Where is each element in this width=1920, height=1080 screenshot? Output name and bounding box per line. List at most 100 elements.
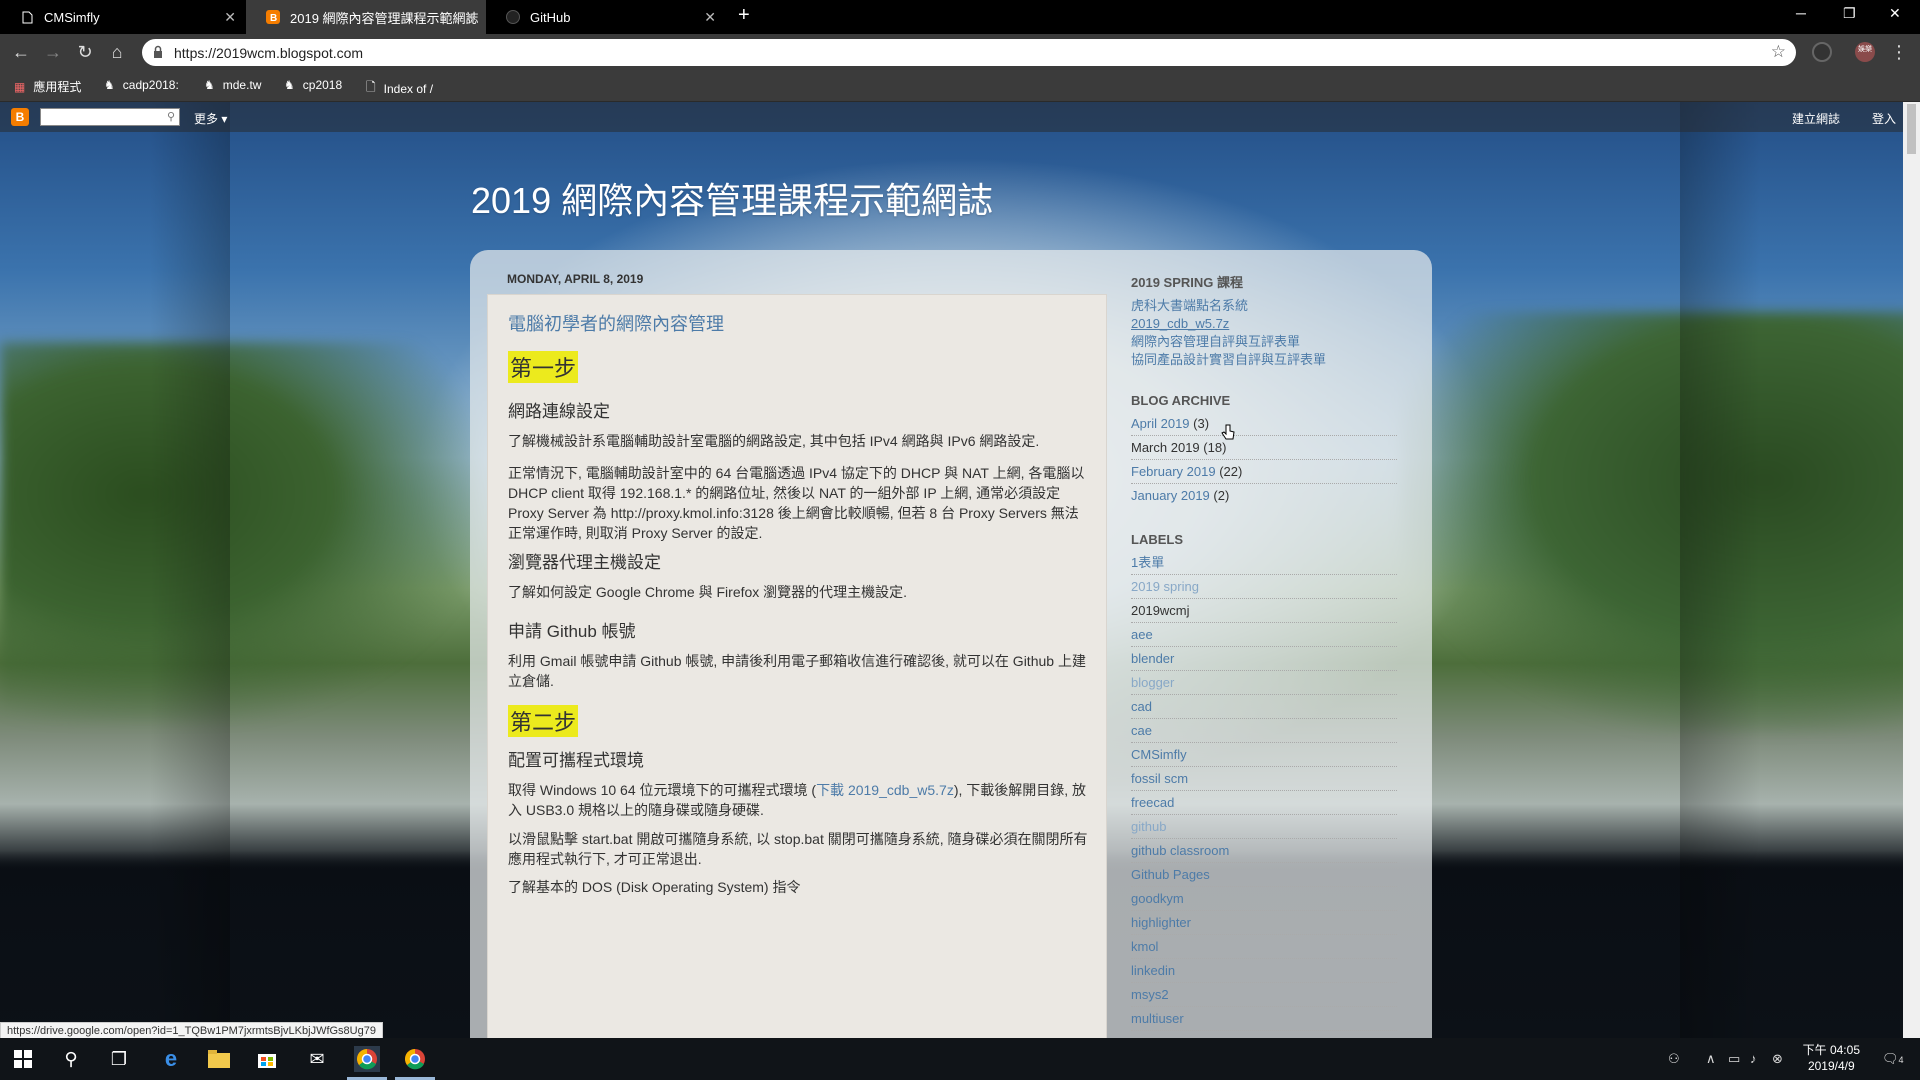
create-blog-link[interactable]: 建立網誌 — [1792, 110, 1840, 127]
tab-title: CMSimfly — [44, 9, 100, 25]
archive-list: April 2019 (3) March 2019 (18) February … — [1131, 412, 1397, 508]
label-item[interactable]: Github Pages — [1131, 863, 1397, 887]
chrome-icon[interactable] — [354, 1046, 380, 1072]
bookmark-cadp2018[interactable]: ♞ cadp2018: — [104, 78, 179, 92]
label-item[interactable]: blender — [1131, 647, 1397, 671]
profile-label: 娛樂 — [1858, 46, 1872, 53]
reload-icon[interactable]: ↻ — [74, 41, 96, 63]
mail-icon[interactable]: ✉ — [304, 1046, 330, 1072]
close-tab-icon[interactable]: ✕ — [464, 9, 476, 26]
extension-icon[interactable] — [1812, 42, 1832, 62]
bookmarks-bar: ▦ 應用程式 ♞ cadp2018: ♞ mde.tw ♞ cp2018 🗋 I… — [0, 70, 1920, 102]
windows-start-icon[interactable] — [10, 1046, 36, 1072]
bookmark-apps[interactable]: ▦ 應用程式 — [14, 78, 81, 95]
label-item[interactable]: github — [1131, 815, 1397, 839]
volume-icon[interactable]: ♪ — [1750, 1051, 1757, 1066]
menu-icon[interactable]: ⋮ — [1888, 41, 1910, 63]
chrome-app-icon[interactable] — [402, 1046, 428, 1072]
label-item[interactable]: cad — [1131, 695, 1397, 719]
label-item[interactable]: kmol — [1131, 935, 1397, 959]
back-icon[interactable]: ← — [10, 41, 32, 63]
archive-month[interactable]: January 2019 — [1131, 488, 1210, 503]
forward-icon[interactable]: → — [42, 41, 64, 63]
course-link[interactable]: 協同產品設計實習自評與互評表單 — [1131, 351, 1397, 369]
address-bar[interactable]: https://2019wcm.blogspot.com ☆ — [142, 39, 1796, 66]
network-icon[interactable]: ▭ — [1728, 1051, 1740, 1067]
label-item[interactable]: blogger — [1131, 671, 1397, 695]
minimize-icon[interactable]: ─ — [1796, 5, 1806, 21]
file-explorer-icon[interactable] — [206, 1046, 232, 1072]
people-icon[interactable]: ⚇ — [1668, 1051, 1680, 1067]
label-item[interactable]: 1表單 — [1131, 551, 1397, 575]
task-view-icon[interactable]: ❐ — [106, 1046, 132, 1072]
close-window-icon[interactable]: ✕ — [1889, 5, 1901, 22]
course-link[interactable]: 虎科大書端點名系統 — [1131, 297, 1397, 315]
search-icon[interactable]: ⚲ — [58, 1046, 84, 1072]
paragraph: 以滑鼠點擊 start.bat 開啟可攜隨身系統, 以 stop.bat 關閉可… — [508, 831, 1088, 867]
tab-blog[interactable]: B 2019 網際內容管理課程示範網誌 ✕ — [246, 0, 486, 34]
bookmark-mde[interactable]: ♞ mde.tw — [204, 78, 261, 92]
background-shade — [1680, 102, 1760, 1038]
label-item[interactable]: fossil scm — [1131, 767, 1397, 791]
bookmark-cp2018[interactable]: ♞ cp2018 — [284, 78, 342, 92]
course-link[interactable]: 網際內容管理自評與互評表單 — [1131, 333, 1397, 351]
store-icon[interactable] — [254, 1046, 280, 1072]
blog-title[interactable]: 2019 網際內容管理課程示範網誌 — [471, 172, 993, 224]
blog-search-input[interactable]: ⚲ — [40, 108, 180, 126]
label-item[interactable]: cae — [1131, 719, 1397, 743]
course-heading: 2019 SPRING 課程 — [1131, 275, 1243, 290]
lock-icon — [154, 45, 162, 58]
kmol-icon: ♞ — [104, 78, 115, 92]
label-item[interactable]: linkedin — [1131, 959, 1397, 983]
archive-item[interactable]: April 2019 (3) — [1131, 412, 1397, 436]
github-icon — [506, 10, 520, 24]
bookmark-index[interactable]: 🗋 Index of / — [366, 78, 433, 99]
tab-github[interactable]: GitHub ✕ — [486, 0, 726, 34]
archive-month[interactable]: March 2019 — [1131, 440, 1200, 455]
notifications-icon[interactable]: 🗨4 — [1882, 1051, 1904, 1067]
sign-in-link[interactable]: 登入 — [1872, 110, 1896, 127]
label-item[interactable]: highlighter — [1131, 911, 1397, 935]
archive-item[interactable]: February 2019 (22) — [1131, 460, 1397, 484]
more-menu[interactable]: 更多 ▾ — [194, 110, 227, 127]
blogger-logo-icon[interactable]: B — [11, 108, 29, 126]
paragraph-text: 取得 Windows 10 64 位元環境下的可攜程式環境 ( — [508, 782, 817, 798]
tab-cmsimfly[interactable]: CMSimfly ✕ — [0, 0, 246, 34]
label-item[interactable]: aee — [1131, 623, 1397, 647]
restore-icon[interactable]: ❐ — [1843, 5, 1856, 22]
search-icon[interactable]: ⚲ — [167, 110, 175, 123]
label-item[interactable]: 2019 spring — [1131, 575, 1397, 599]
scrollbar-thumb[interactable] — [1907, 104, 1916, 154]
close-tab-icon[interactable]: ✕ — [224, 9, 236, 26]
home-icon[interactable]: ⌂ — [106, 41, 128, 63]
label-item[interactable]: freecad — [1131, 791, 1397, 815]
label-item[interactable]: CMSimfly — [1131, 743, 1397, 767]
tab-title: 2019 網際內容管理課程示範網誌 — [290, 10, 479, 26]
download-link[interactable]: 下載 2019_cdb_w5.7z — [816, 782, 954, 798]
label-item[interactable]: 2019wcmj — [1131, 599, 1397, 623]
bookmark-label: cp2018 — [302, 78, 343, 92]
background-trees — [0, 342, 480, 722]
profile-avatar[interactable]: 娛樂 — [1855, 42, 1875, 62]
close-tab-icon[interactable]: ✕ — [704, 9, 716, 26]
course-link[interactable]: 2019_cdb_w5.7z — [1131, 315, 1397, 333]
labels-heading: LABELS — [1131, 532, 1183, 547]
label-item[interactable]: goodkym — [1131, 887, 1397, 911]
edge-icon[interactable]: e — [158, 1046, 184, 1072]
show-hidden-icons-icon[interactable]: ∧ — [1706, 1051, 1716, 1067]
post-title[interactable]: 電腦初學者的網際內容管理 — [508, 310, 724, 336]
page-scrollbar[interactable] — [1903, 102, 1920, 1038]
label-item[interactable]: multiuser — [1131, 1007, 1397, 1031]
label-item[interactable]: msys2 — [1131, 983, 1397, 1007]
system-clock[interactable]: 下午 04:05 2019/4/9 — [1803, 1042, 1860, 1074]
archive-month[interactable]: February 2019 — [1131, 464, 1216, 479]
browser-tab-bar: CMSimfly ✕ B 2019 網際內容管理課程示範網誌 ✕ GitHub … — [0, 0, 1920, 34]
ime-icon[interactable]: ⊗ — [1772, 1051, 1783, 1067]
archive-item[interactable]: January 2019 (2) — [1131, 484, 1397, 508]
kmol-icon: ♞ — [284, 78, 295, 92]
new-tab-button[interactable]: + — [738, 4, 750, 27]
archive-item[interactable]: March 2019 (18) — [1131, 436, 1397, 460]
label-item[interactable]: github classroom — [1131, 839, 1397, 863]
bookmark-star-icon[interactable]: ☆ — [1771, 42, 1786, 62]
archive-month[interactable]: April 2019 — [1131, 416, 1190, 431]
